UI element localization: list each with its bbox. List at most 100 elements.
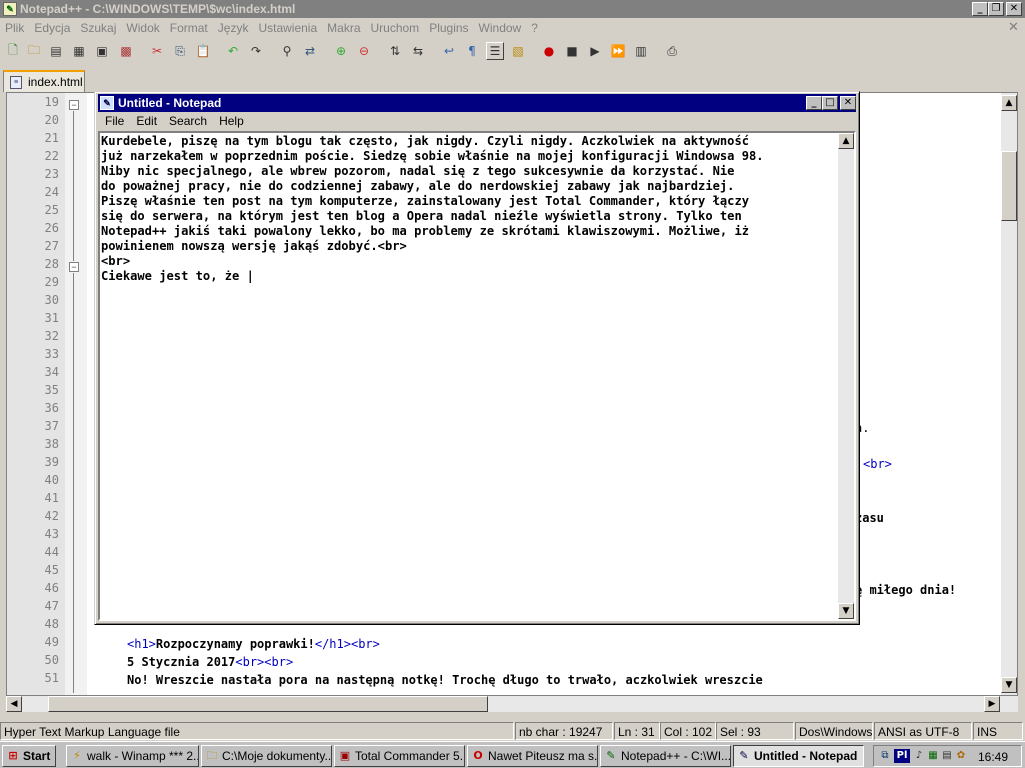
line-number: 40 — [44, 473, 59, 487]
show-all-chars-icon[interactable]: ¶ — [463, 42, 481, 60]
line-number: 29 — [44, 275, 59, 289]
line-number: 35 — [44, 383, 59, 397]
redo-icon[interactable]: ↷ — [247, 42, 265, 60]
fold-toggle-icon[interactable]: − — [69, 262, 79, 272]
scroll-down-icon[interactable]: ▼ — [838, 603, 854, 619]
editor-horizontal-scrollbar[interactable]: ◀ ▶ — [6, 696, 1018, 712]
close-all-icon[interactable]: ▩ — [117, 42, 135, 60]
new-file-icon[interactable]: 🗋 — [4, 42, 22, 60]
cut-icon[interactable]: ✂ — [148, 42, 166, 60]
notepad-maximize-button[interactable]: □ — [822, 96, 838, 110]
save-all-icon[interactable]: ▦ — [70, 42, 88, 60]
menu-szukaj[interactable]: Szukaj — [75, 18, 121, 38]
scroll-down-icon[interactable]: ▼ — [1001, 677, 1017, 693]
task-explorer[interactable]: 🗀 C:\Moje dokumenty... — [201, 745, 332, 767]
scroll-up-icon[interactable]: ▲ — [1001, 95, 1017, 111]
close-document-icon[interactable]: ✕ — [1008, 20, 1019, 35]
menu-window[interactable]: Window — [474, 18, 527, 38]
code-fragment: <br> — [863, 457, 892, 471]
fold-toggle-icon[interactable]: − — [69, 100, 79, 110]
menu-plik[interactable]: Plik — [0, 18, 29, 38]
notepad-vertical-scrollbar[interactable]: ▲ ▼ — [838, 133, 854, 619]
task-total-commander[interactable]: ▣ Total Commander 5.... — [334, 745, 465, 767]
play-macro-icon[interactable]: ▶ — [586, 42, 604, 60]
menu-help[interactable]: ? — [526, 18, 543, 38]
task-winamp[interactable]: ⚡ walk - Winamp *** 2... — [66, 745, 199, 767]
display-icon[interactable]: ▦ — [926, 749, 940, 763]
close-button[interactable]: ✕ — [1006, 2, 1022, 16]
notepad-menu-help[interactable]: Help — [214, 112, 249, 130]
notepad-app-icon[interactable]: ✎ — [100, 96, 114, 110]
save-icon[interactable]: ▤ — [47, 42, 65, 60]
menu-makra[interactable]: Makra — [322, 18, 365, 38]
editor-vertical-scrollbar[interactable]: ▲ ▼ — [1001, 93, 1017, 695]
task-opera[interactable]: O Nawet Piteusz ma s... — [467, 745, 598, 767]
tray-app-icon[interactable]: ✿ — [954, 749, 968, 763]
run-macro-multiple-icon[interactable]: ⏩ — [609, 42, 627, 60]
file-icon: ≡ — [10, 76, 22, 89]
menu-edycja[interactable]: Edycja — [29, 18, 75, 38]
task-label: Total Commander 5.... — [355, 749, 465, 763]
notepadpp-title-bar[interactable]: ✎ Notepad++ - C:\WINDOWS\TEMP\$wc\index.… — [0, 0, 1025, 18]
menu-ustawienia[interactable]: Ustawienia — [253, 18, 322, 38]
tab-label: index.html — [28, 75, 83, 89]
restore-button[interactable]: ❐ — [988, 2, 1004, 16]
notepad-menu-search[interactable]: Search — [164, 112, 212, 130]
notepad-text[interactable]: Kurdebele, piszę na tym blogu tak często… — [101, 134, 836, 284]
scheduler-icon[interactable]: ▤ — [940, 749, 954, 763]
stop-macro-icon[interactable]: ■ — [563, 42, 581, 60]
indent-guide-icon[interactable]: ☰ — [486, 42, 504, 60]
notepad-menu-file[interactable]: File — [100, 112, 129, 130]
language-indicator[interactable]: Pl — [894, 749, 910, 763]
start-button[interactable]: ⊞ Start — [2, 745, 56, 767]
word-wrap-icon[interactable]: ↩ — [440, 42, 458, 60]
tab-index-html[interactable]: ≡ index.html — [3, 70, 85, 92]
scroll-right-icon[interactable]: ▶ — [984, 696, 1000, 712]
print-icon[interactable]: ⎙ — [663, 42, 681, 60]
notepad-text-area[interactable]: Kurdebele, piszę na tym blogu tak często… — [98, 131, 856, 621]
line-number: 28 — [44, 257, 59, 271]
network-icon[interactable]: ⧉ — [878, 749, 892, 763]
line-number: 41 — [44, 491, 59, 505]
task-notepad[interactable]: ✎ Untitled - Notepad — [733, 745, 864, 767]
hscroll-thumb[interactable] — [48, 696, 488, 712]
replace-icon[interactable]: ⇄ — [301, 42, 319, 60]
notepadpp-app-icon[interactable]: ✎ — [3, 2, 17, 16]
scroll-up-icon[interactable]: ▲ — [838, 133, 854, 149]
minimize-button[interactable]: _ — [972, 2, 988, 16]
notepad-title-bar[interactable]: ✎ Untitled - Notepad _ □ ✕ — [98, 94, 856, 112]
task-notepadpp[interactable]: ✎ Notepad++ - C:\WI... — [600, 745, 731, 767]
line-number: 19 — [44, 95, 59, 109]
scroll-left-icon[interactable]: ◀ — [6, 696, 22, 712]
menu-format[interactable]: Format — [165, 18, 213, 38]
menu-jezyk[interactable]: Język — [213, 18, 254, 38]
clock[interactable]: 16:49 — [978, 749, 1008, 765]
undo-icon[interactable]: ↶ — [224, 42, 242, 60]
find-icon[interactable]: ⚲ — [278, 42, 296, 60]
notepad-icon: ✎ — [739, 749, 749, 762]
save-macro-icon[interactable]: ▥ — [632, 42, 650, 60]
menu-plugins[interactable]: Plugins — [424, 18, 473, 38]
status-line: Ln : 31 — [614, 722, 660, 740]
menu-widok[interactable]: Widok — [121, 18, 164, 38]
volume-icon[interactable]: ♪ — [912, 749, 926, 763]
scroll-thumb[interactable] — [1001, 151, 1017, 221]
menu-uruchom[interactable]: Uruchom — [366, 18, 425, 38]
notepad-menu-edit[interactable]: Edit — [131, 112, 162, 130]
notepadpp-menu-bar: Plik Edycja Szukaj Widok Format Język Ustawien… — [0, 18, 1025, 38]
notepad-close-button[interactable]: ✕ — [840, 96, 856, 110]
copy-icon[interactable]: ⎘ — [171, 42, 189, 60]
paste-icon[interactable]: 📋 — [194, 42, 212, 60]
close-file-icon[interactable]: ▣ — [93, 42, 111, 60]
sync-vertical-icon[interactable]: ⇅ — [386, 42, 404, 60]
zoom-in-icon[interactable]: ⊕ — [332, 42, 350, 60]
user-lang-icon[interactable]: ▧ — [509, 42, 527, 60]
zoom-out-icon[interactable]: ⊖ — [355, 42, 373, 60]
open-file-icon[interactable]: 🗀 — [25, 42, 43, 60]
sync-horizontal-icon[interactable]: ⇆ — [409, 42, 427, 60]
notepad-minimize-button[interactable]: _ — [806, 96, 822, 110]
line-number: 21 — [44, 131, 59, 145]
record-macro-icon[interactable]: ● — [540, 42, 558, 60]
tag-h1-open: <h1> — [127, 637, 156, 651]
status-column: Col : 102 — [660, 722, 716, 740]
